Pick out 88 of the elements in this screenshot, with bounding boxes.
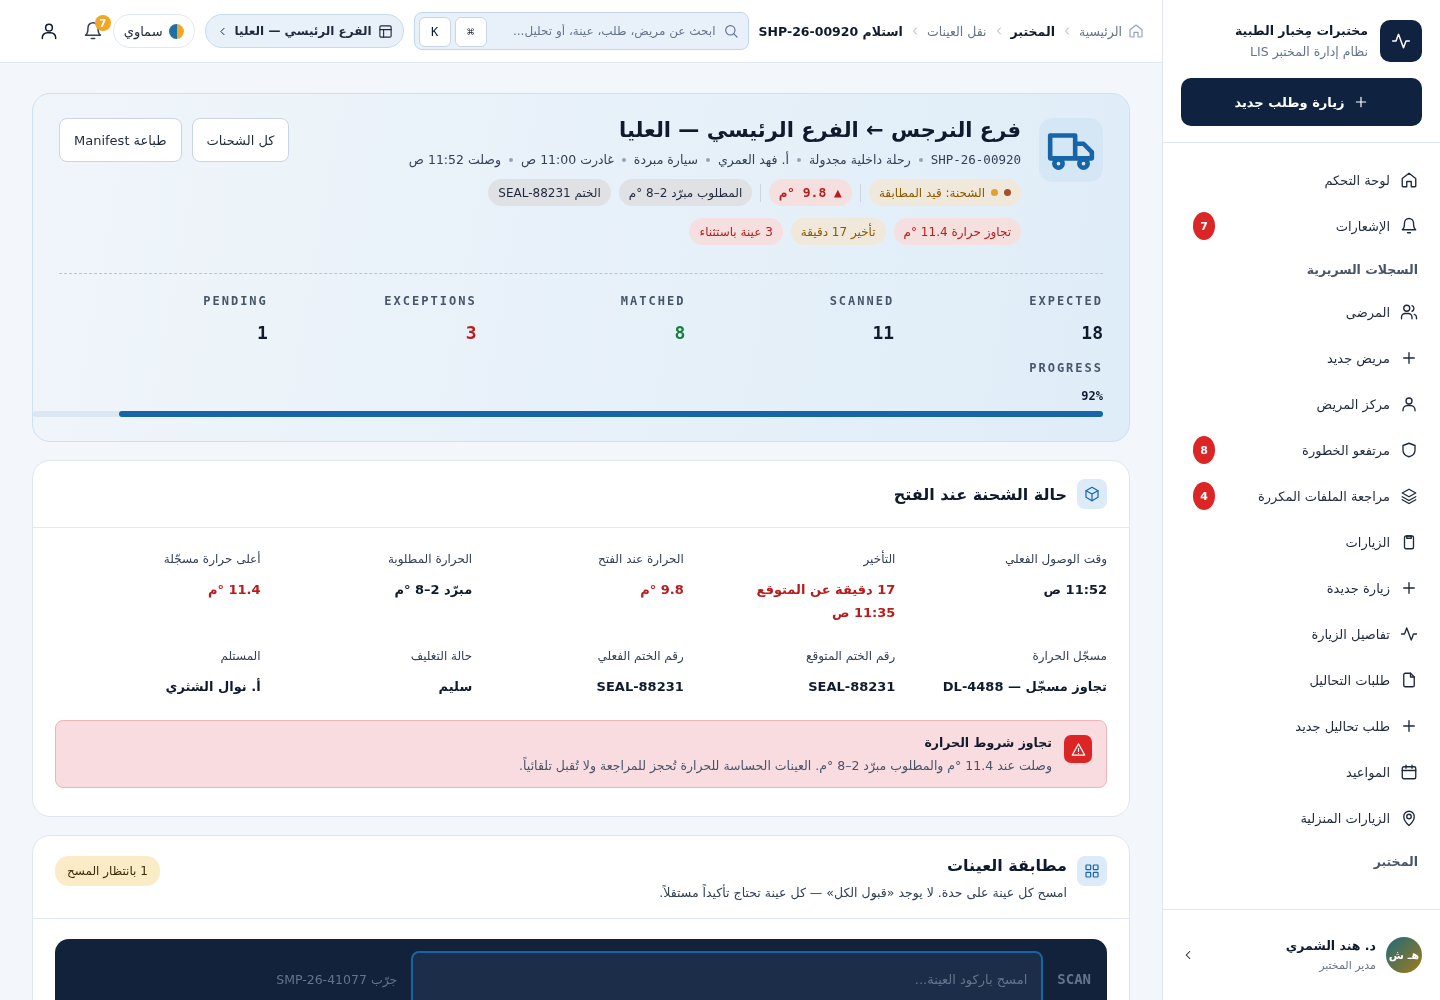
field-label: أعلى حرارة مسجّلة [162, 552, 261, 566]
field-value: سليم [437, 677, 473, 696]
nav-section-heading: المختبر [1372, 852, 1418, 871]
field-label: المستلم [219, 648, 261, 663]
brand-subtitle: نظام إدارة المختبر LIS [1249, 44, 1368, 59]
count-badge: 7 [1193, 212, 1215, 240]
user-avatar: هـ ش [1386, 937, 1422, 973]
field-label: الحرارة عند الفتح [596, 552, 684, 566]
pending-badge: 1 بانتظار المسح [55, 856, 160, 887]
card-title: مطابقة العينات [946, 856, 1067, 876]
field-value: 11.4 °م [206, 581, 261, 600]
shortcut-key: ⌘ [454, 17, 487, 47]
field-value: SEAL-88231 [595, 677, 684, 696]
nav-item[interactable]: مركز المريض [1193, 381, 1418, 427]
field-label: مسجّل الحرارة [1031, 648, 1107, 663]
status-chip: الشحنة: قيد المطابقة [868, 179, 1021, 206]
nav-section-heading: السجلات السريرية [1305, 260, 1418, 279]
count-badge: 4 [1193, 482, 1215, 510]
card-title: حالة الشحنة عند الفتح [893, 484, 1067, 504]
field-label: رقم الختم الفعلي [596, 648, 684, 663]
stat-label: SCANNED [828, 294, 895, 308]
shipment-meta: غادرت 11:00 ص [521, 152, 614, 167]
action-button[interactable]: كل الشحنات [191, 118, 290, 162]
notification-badge: 7 [94, 15, 111, 31]
scan-label: SCAN [1057, 971, 1091, 988]
nav-item[interactable]: زيارة جديدة [1193, 565, 1418, 611]
exception-tag: 3 عينة باستثناء [689, 218, 783, 245]
field-value: تجاوز مسجّل — DL-4488 [941, 677, 1107, 696]
breadcrumb-link[interactable]: الرئيسية [1078, 23, 1122, 39]
progress-reading: 92% [1080, 389, 1103, 403]
count-badge: 8 [1193, 436, 1215, 464]
progress-label: PROGRESS [1028, 361, 1103, 375]
shipment-title: فرع النرجس ← الفرع الرئيسي — العليا [618, 118, 1021, 142]
breadcrumb-link[interactable]: استلام SHP-26-00920 [758, 23, 903, 39]
nav-item[interactable]: طلب تحاليل جديد [1193, 703, 1418, 749]
alert-title: تجاوز شروط الحرارة [923, 735, 1052, 751]
nav-item[interactable]: لوحة التحكم [1193, 157, 1418, 203]
nav-item[interactable]: المواعيد [1193, 749, 1418, 795]
stat-value: 11 [871, 322, 895, 343]
field-value: 17 دقيقة عن المتوقع 11:35 ص [755, 581, 896, 623]
field-value: مبرّد 2–8 °م [393, 581, 473, 600]
user-role: مدير المختبر [1317, 959, 1376, 972]
theme-selector[interactable]: سماوي [112, 14, 195, 48]
nav-item[interactable]: مريض جديد [1193, 335, 1418, 381]
field-label: رقم الختم المتوقع [805, 648, 896, 663]
exception-tag: تأخير 17 دقيقة [790, 218, 886, 245]
brand-title: مختبرات مِخبار الطبية [1235, 23, 1368, 38]
stat-label: EXCEPTIONS [383, 294, 477, 308]
shipment-meta: أ. فهد العمري [717, 152, 789, 167]
breadcrumb-link[interactable]: المختبر [1010, 23, 1055, 39]
info-chip: المطلوب مبرّد 2–8 °م [618, 179, 753, 206]
shipment-meta: وصلت 11:52 ص [408, 152, 502, 167]
shipment-meta: سيارة مبردة [633, 152, 698, 167]
field-label: الحرارة المطلوبة [386, 552, 473, 566]
alert-text: وصلت عند 11.4 °م والمطلوب مبرّد 2–8 °م. العينات الحساسة للحرارة تُحجز للمراجعة ولا تُقبل تلقائياً. [519, 758, 1052, 774]
nav-item[interactable]: الزيارات [1193, 519, 1418, 565]
field-label: حالة التغليف [409, 648, 473, 663]
nav-item[interactable]: تفاصيل الزيارة [1193, 611, 1418, 657]
branch-selector[interactable]: الفرع الرئيسي — العليا [204, 14, 404, 48]
scan-hint: جرّب SMP-26-41077 [276, 971, 398, 987]
info-chip: الختم SEAL-88231 [488, 179, 611, 206]
stat-value: 18 [1080, 322, 1103, 343]
field-value: أ. نوال الشثري [164, 677, 261, 696]
nav-item[interactable]: المرضى [1193, 289, 1418, 335]
stat-value: 1 [255, 322, 268, 343]
nav-item[interactable]: طلبات التحاليل [1193, 657, 1418, 703]
stat-label: EXPECTED [1028, 294, 1103, 308]
field-label: التأخير [862, 552, 896, 566]
card-subtitle: امسح كل عينة على حدة. لا يوجد «قبول الكل» — كل عينة تحتاج تأكيداً مستقلاً. [659, 885, 1067, 901]
new-visit-button[interactable]: زيارة وطلب جديد [1181, 78, 1422, 126]
stat-value: 8 [673, 322, 686, 343]
shortcut-key: K [418, 17, 451, 47]
field-value: 9.8 °م [639, 581, 684, 600]
shipment-meta: رحلة داخلية مجدولة [808, 152, 911, 167]
nav-item[interactable]: الزيارات المنزلية [1193, 795, 1418, 841]
user-name: د. هند الشمري [1284, 938, 1376, 953]
breadcrumb-link[interactable]: نقل العينات [926, 23, 987, 39]
shipment-meta: SHP-26-00920 [930, 152, 1021, 167]
stat-value: 3 [464, 322, 477, 343]
barcode-field[interactable]: امسح باركود العينة... [411, 951, 1044, 1000]
stat-label: PENDING [202, 294, 268, 308]
field-value: 11:52 ص [1042, 581, 1107, 599]
stat-label: MATCHED [619, 294, 686, 308]
field-label: وقت الوصول الفعلي [1003, 552, 1107, 566]
field-value: SEAL-88231 [807, 677, 896, 696]
action-button[interactable]: طباعة Manifest [59, 118, 182, 162]
exception-tag: تجاوز حرارة 11.4 °م [893, 218, 1021, 245]
temperature-chip: ▲ 9.8 °م [769, 179, 852, 206]
